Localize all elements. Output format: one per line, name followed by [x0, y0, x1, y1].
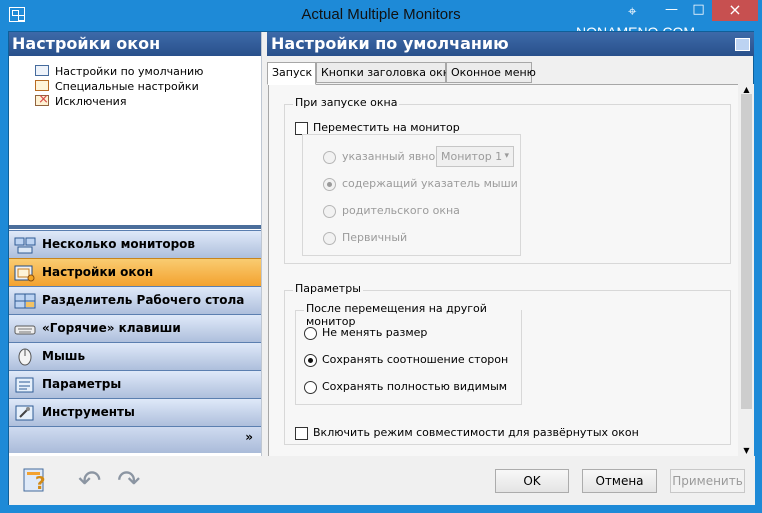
redo-icon[interactable]: ↷: [117, 467, 148, 495]
apply-button[interactable]: Применить: [670, 469, 745, 493]
mouse-pointer-monitor-radio[interactable]: [323, 178, 336, 191]
parent-window-monitor-radio[interactable]: [323, 205, 336, 218]
explicit-monitor-radio[interactable]: [323, 151, 336, 164]
monitor-options-group: указанный явно Монитор 1 ▾ содержащий ук…: [302, 134, 521, 256]
nav-item-tools[interactable]: Инструменты: [9, 398, 261, 426]
special-settings-icon: [35, 80, 49, 91]
main-panel-title: Настройки по умолчанию: [267, 32, 754, 56]
parameters-group-title: Параметры: [293, 282, 363, 295]
keep-size-label: Не менять размер: [322, 326, 428, 339]
compatibility-mode-checkbox[interactable]: [295, 427, 308, 440]
settings-dialog: Настройки окон Настройки по умолчанию Сп…: [8, 31, 755, 505]
nav-item-label: Мышь: [42, 349, 86, 363]
after-move-group-title: После перемещения на другой монитор: [304, 302, 521, 328]
maximize-button[interactable]: □: [685, 0, 712, 21]
parameters-group: Параметры После перемещения на другой мо…: [284, 282, 731, 445]
nav-item-multiple-monitors[interactable]: Несколько мониторов: [9, 230, 261, 258]
mouse-pointer-monitor-label: содержащий указатель мыши: [342, 177, 518, 190]
settings-tabs: Запуск Кнопки заголовка окна Оконное мен…: [267, 62, 737, 85]
nav-item-desktop-divider[interactable]: Разделитель Рабочего стола: [9, 286, 261, 314]
close-button[interactable]: ×: [712, 0, 758, 21]
launch-settings-content: При запуске окна Переместить на монитор …: [268, 84, 738, 456]
keep-size-radio[interactable]: [304, 327, 317, 340]
after-move-group: После перемещения на другой монитор Не м…: [295, 302, 522, 405]
explicit-monitor-label: указанный явно: [342, 150, 436, 163]
tab-launch[interactable]: Запуск: [267, 62, 316, 85]
nav-item-label: Разделитель Рабочего стола: [42, 293, 245, 307]
window-settings-icon: [14, 265, 35, 282]
tree-item-label: Исключения: [55, 95, 127, 108]
navigation-list: Несколько мониторов Настройки окон Разде…: [9, 230, 261, 454]
undo-icon[interactable]: ↶: [78, 467, 109, 495]
application-window: Actual Multiple Monitors NONAMENO.COM ⌖ …: [0, 0, 762, 513]
scroll-thumb[interactable]: [741, 94, 752, 409]
nav-item-hotkeys[interactable]: «Горячие» клавиши: [9, 314, 261, 342]
pin-icon[interactable]: ⌖: [628, 2, 636, 20]
keep-aspect-ratio-radio[interactable]: [304, 354, 317, 367]
tab-window-title-buttons[interactable]: Кнопки заголовка окна: [316, 62, 457, 83]
compatibility-mode-label: Включить режим совместимости для развёрн…: [313, 426, 639, 439]
nav-item-window-settings[interactable]: Настройки окон: [9, 258, 261, 286]
keep-fully-visible-radio[interactable]: [304, 381, 317, 394]
page-title: Настройки по умолчанию: [271, 34, 509, 53]
left-navigation-panel: Настройки окон Настройки по умолчанию Сп…: [9, 32, 262, 456]
minimize-button[interactable]: —: [658, 0, 685, 21]
desktop-divider-icon: [14, 293, 36, 309]
nav-item-label: «Горячие» клавиши: [42, 321, 181, 335]
keep-fully-visible-label: Сохранять полностью видимым: [322, 380, 508, 393]
keyboard-icon: [14, 325, 36, 335]
keep-aspect-ratio-label: Сохранять соотношение сторон: [322, 353, 509, 366]
launch-group-title: При запуске окна: [293, 96, 400, 109]
chevron-down-icon: ▾: [504, 151, 509, 161]
move-to-monitor-label: Переместить на монитор: [313, 121, 460, 134]
multiple-monitors-icon: [14, 237, 36, 254]
navigation-expand-button[interactable]: »: [9, 426, 261, 453]
launch-group: При запуске окна Переместить на монитор …: [284, 96, 731, 264]
nav-item-parameters[interactable]: Параметры: [9, 370, 261, 398]
help-icon[interactable]: ?: [22, 466, 50, 495]
dialog-footer: ? ↶ ↷ OK Отмена Применить: [9, 456, 755, 505]
cancel-button[interactable]: Отмена: [582, 469, 657, 493]
exceptions-icon: [35, 92, 49, 107]
monitor-select[interactable]: Монитор 1 ▾: [436, 146, 514, 167]
panel-splitter[interactable]: [9, 216, 261, 229]
scroll-down-icon[interactable]: ▼: [740, 446, 753, 456]
ok-button[interactable]: OK: [495, 469, 569, 493]
tree-item-label: Специальные настройки: [55, 80, 199, 93]
parent-window-monitor-label: родительского окна: [342, 204, 460, 217]
title-bar: Actual Multiple Monitors NONAMENO.COM ⌖ …: [0, 0, 762, 40]
window-icon[interactable]: [735, 38, 750, 51]
primary-monitor-label: Первичный: [342, 231, 408, 244]
mouse-icon: [18, 348, 32, 366]
window-settings-icon: [35, 65, 49, 76]
tree-item-label: Настройки по умолчанию: [55, 64, 204, 79]
tree-item-default-settings[interactable]: Настройки по умолчанию: [35, 64, 255, 79]
svg-text:?: ?: [35, 473, 45, 494]
left-panel-title: Настройки окон: [9, 32, 261, 56]
nav-item-label: Параметры: [42, 377, 122, 391]
content-scrollbar[interactable]: ▲ ▼: [739, 84, 754, 456]
tools-icon: [15, 405, 34, 421]
nav-item-label: Настройки окон: [42, 265, 154, 279]
tree-item-special-settings[interactable]: Специальные настройки: [35, 79, 255, 94]
window-title: Actual Multiple Monitors: [301, 6, 461, 23]
primary-monitor-radio[interactable]: [323, 232, 336, 245]
tree-item-exceptions[interactable]: Исключения: [35, 92, 255, 109]
parameters-icon: [15, 377, 34, 393]
settings-tree: Настройки по умолчанию Специальные настр…: [9, 57, 261, 225]
nav-item-label: Несколько мониторов: [42, 237, 196, 251]
nav-item-mouse[interactable]: Мышь: [9, 342, 261, 370]
monitor-select-value: Монитор 1: [441, 150, 503, 163]
chevron-double-down-icon: »: [245, 430, 253, 444]
tab-window-menu[interactable]: Оконное меню: [446, 62, 536, 83]
nav-item-label: Инструменты: [42, 405, 135, 419]
